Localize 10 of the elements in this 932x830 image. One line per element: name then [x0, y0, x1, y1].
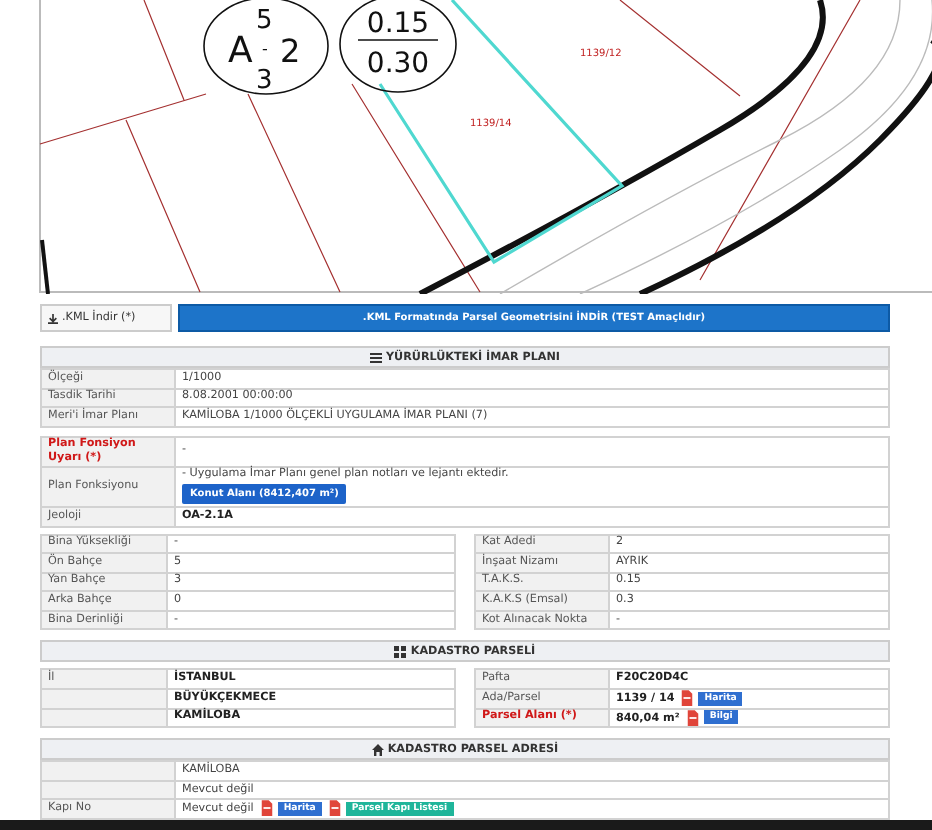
- grid-icon: [394, 645, 407, 658]
- ratio-label: 0.15 0.30: [339, 0, 457, 93]
- list-icon: [370, 351, 382, 363]
- home-icon: [371, 743, 384, 756]
- plan-code-label: A 5 - 3 2: [203, 0, 329, 96]
- download-icon: [48, 313, 58, 323]
- pdf-icon[interactable]: [259, 800, 274, 817]
- pdf-icon[interactable]: [685, 709, 700, 726]
- pdf-icon[interactable]: [327, 800, 342, 817]
- pdf-icon[interactable]: [680, 690, 695, 707]
